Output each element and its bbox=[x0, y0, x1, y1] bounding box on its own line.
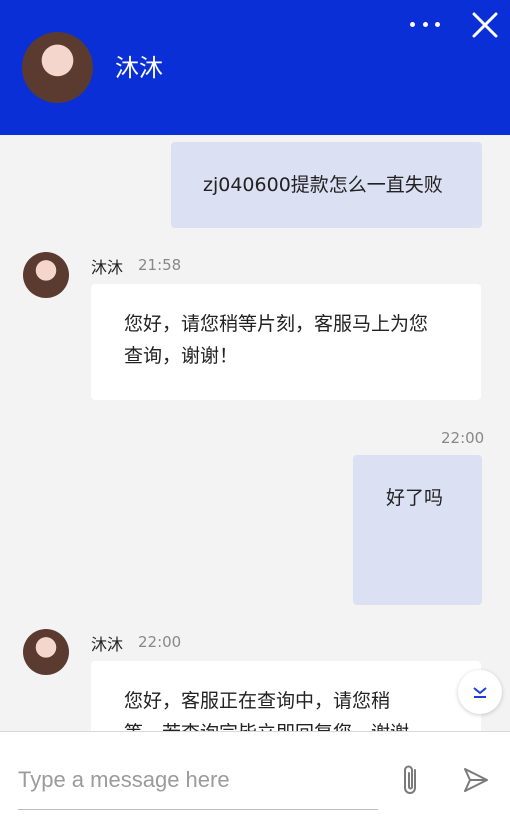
message-input[interactable] bbox=[18, 750, 378, 810]
message-text-line: 您好，请您稍等片刻，客服马上为您 bbox=[124, 313, 429, 335]
message-text: 好了吗 bbox=[386, 487, 444, 509]
incoming-message: 您好，客服正在查询中，请您稍 等，若查询完毕立即回复您，谢谢 bbox=[91, 661, 481, 731]
chat-window: 沐沐 zj040600提款怎么一直失败 沐沐 21:58 您好，请您稍等片刻，客… bbox=[0, 0, 510, 819]
more-dots-icon[interactable] bbox=[410, 14, 440, 34]
message-list[interactable]: zj040600提款怎么一直失败 沐沐 21:58 您好，请您稍等片刻，客服马上… bbox=[0, 135, 510, 731]
message-time: 22:00 bbox=[138, 633, 182, 651]
outgoing-message: 好了吗 bbox=[353, 455, 482, 605]
outgoing-message: zj040600提款怎么一直失败 bbox=[171, 142, 482, 228]
sender-name: 沐沐 bbox=[91, 258, 124, 277]
message-text-line: 您好，客服正在查询中，请您稍 bbox=[124, 690, 391, 712]
message-text-line: 等，若查询完毕立即回复您，谢谢 bbox=[124, 717, 481, 731]
send-icon[interactable] bbox=[462, 766, 490, 794]
sender-avatar bbox=[23, 629, 69, 675]
message-text: zj040600提款怎么一直失败 bbox=[203, 174, 443, 196]
message-time: 22:00 bbox=[441, 429, 485, 447]
paperclip-icon[interactable] bbox=[398, 762, 424, 798]
chat-header: 沐沐 bbox=[0, 0, 510, 135]
sender-avatar bbox=[23, 252, 69, 298]
chevron-down-icon bbox=[473, 687, 487, 698]
scroll-to-bottom-button[interactable] bbox=[458, 670, 502, 714]
message-composer bbox=[0, 731, 510, 819]
contact-name: 沐沐 bbox=[115, 54, 163, 82]
close-icon[interactable] bbox=[472, 12, 498, 38]
contact-avatar bbox=[22, 32, 93, 103]
incoming-message: 您好，请您稍等片刻，客服马上为您 查询，谢谢！ bbox=[91, 284, 481, 400]
sender-name: 沐沐 bbox=[91, 635, 124, 654]
message-time: 21:58 bbox=[138, 256, 182, 274]
message-text-line: 查询，谢谢！ bbox=[124, 345, 239, 367]
